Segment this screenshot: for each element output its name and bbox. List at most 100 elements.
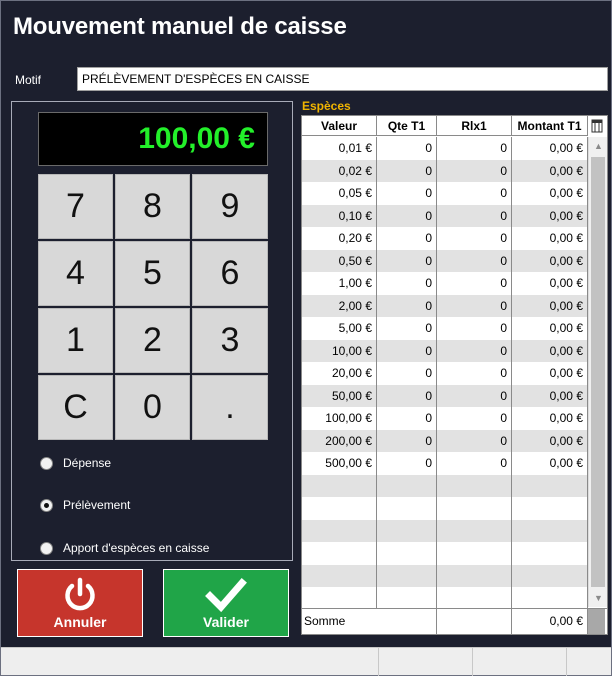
option-apport[interactable]: Apport d'espèces en caisse (40, 541, 209, 555)
cell-rlx[interactable]: 0 (437, 339, 512, 362)
cell-qte[interactable]: 0 (377, 137, 437, 160)
table-row[interactable]: 1,00 €0 0 0,00 € (302, 272, 588, 295)
cell-montant: 0,00 € (512, 249, 588, 272)
table-row[interactable]: 0,50 €0 0 0,00 € (302, 249, 588, 272)
scroll-thumb[interactable] (591, 157, 605, 587)
cell-rlx[interactable]: 0 (437, 227, 512, 250)
cell-qte[interactable]: 0 (377, 204, 437, 227)
column-header-rlx1[interactable]: Rlx1 (437, 116, 512, 135)
cell-rlx[interactable]: 0 (437, 452, 512, 475)
radio-depense[interactable] (40, 456, 53, 470)
column-header-valeur[interactable]: Valeur (302, 116, 377, 135)
check-icon (205, 578, 247, 613)
table-row[interactable]: 500,00 €0 0 0,00 € (302, 452, 588, 475)
grid-scrollbar[interactable]: ▲ ▼ (588, 137, 607, 607)
table-row[interactable]: 10,00 €0 0 0,00 € (302, 339, 588, 362)
cell-qte[interactable]: 0 (377, 407, 437, 430)
table-row[interactable]: 2,00 €0 0 0,00 € (302, 294, 588, 317)
cell-qte[interactable]: 0 (377, 452, 437, 475)
empty-row (302, 497, 588, 520)
cell-rlx[interactable]: 0 (437, 137, 512, 160)
table-row[interactable]: 100,00 €0 0 0,00 € (302, 407, 588, 430)
table-row[interactable]: 5,00 €0 0 0,00 € (302, 317, 588, 340)
cell-rlx[interactable]: 0 (437, 294, 512, 317)
radio-apport[interactable] (40, 541, 53, 555)
cell-rlx[interactable]: 0 (437, 429, 512, 452)
cell-rlx[interactable]: 0 (437, 317, 512, 340)
option-depense-label: Dépense (63, 456, 112, 470)
option-prelevement[interactable]: Prélèvement (40, 498, 130, 512)
option-depense[interactable]: Dépense (40, 456, 111, 470)
keypad-panel: 100,00 € 7 8 9 4 5 6 1 2 3 C 0 . Dépense… (11, 101, 293, 561)
cell-rlx[interactable]: 0 (437, 384, 512, 407)
column-chooser-icon[interactable] (590, 119, 604, 133)
key-clear[interactable]: C (38, 375, 113, 440)
cell-valeur: 10,00 € (302, 339, 377, 362)
cancel-button[interactable]: Annuler (17, 569, 143, 637)
cell-montant: 0,00 € (512, 429, 588, 452)
key-7[interactable]: 7 (38, 174, 113, 239)
cell-qte[interactable]: 0 (377, 429, 437, 452)
cell-valeur: 2,00 € (302, 294, 377, 317)
cell-qte[interactable]: 0 (377, 294, 437, 317)
cell-qte[interactable]: 0 (377, 182, 437, 205)
cell-montant: 0,00 € (512, 452, 588, 475)
key-decimal[interactable]: . (192, 375, 268, 440)
footer-sum-label: Somme (302, 609, 437, 634)
table-row[interactable]: 0,01 €0 0 0,00 € (302, 137, 588, 160)
table-row[interactable]: 20,00 €0 0 0,00 € (302, 362, 588, 385)
cell-qte[interactable]: 0 (377, 339, 437, 362)
cell-rlx[interactable]: 0 (437, 204, 512, 227)
motif-input[interactable] (77, 67, 608, 91)
cell-valeur: 200,00 € (302, 429, 377, 452)
cell-qte[interactable]: 0 (377, 317, 437, 340)
window-title: Mouvement manuel de caisse (13, 13, 347, 40)
column-header-qte-t1[interactable]: Qte T1 (377, 116, 437, 135)
key-4[interactable]: 4 (38, 241, 113, 306)
cell-valeur: 50,00 € (302, 384, 377, 407)
cell-qte[interactable]: 0 (377, 249, 437, 272)
footer-empty (437, 609, 512, 634)
cell-rlx[interactable]: 0 (437, 182, 512, 205)
especes-grid: Valeur Qte T1 Rlx1 Montant T1 0,01 €0 0 0,… (301, 115, 608, 635)
key-3[interactable]: 3 (192, 308, 268, 373)
amount-display: 100,00 € (38, 112, 268, 166)
key-6[interactable]: 6 (192, 241, 268, 306)
table-row[interactable]: 0,02 €0 0 0,00 € (302, 159, 588, 182)
table-row[interactable]: 0,05 €0 0 0,00 € (302, 182, 588, 205)
key-9[interactable]: 9 (192, 174, 268, 239)
status-segment (473, 648, 567, 676)
cell-qte[interactable]: 0 (377, 159, 437, 182)
validate-button-label: Valider (203, 614, 249, 630)
cell-rlx[interactable]: 0 (437, 272, 512, 295)
key-1[interactable]: 1 (38, 308, 113, 373)
table-row[interactable]: 200,00 €0 0 0,00 € (302, 429, 588, 452)
key-8[interactable]: 8 (115, 174, 190, 239)
option-apport-label: Apport d'espèces en caisse (63, 541, 210, 555)
table-row[interactable]: 0,20 €0 0 0,00 € (302, 227, 588, 250)
key-0[interactable]: 0 (115, 375, 190, 440)
scroll-down-icon[interactable]: ▼ (589, 589, 607, 607)
option-prelevement-label: Prélèvement (63, 498, 131, 512)
key-5[interactable]: 5 (115, 241, 190, 306)
cell-qte[interactable]: 0 (377, 227, 437, 250)
cell-valeur: 5,00 € (302, 317, 377, 340)
scroll-up-icon[interactable]: ▲ (589, 137, 607, 155)
cell-rlx[interactable]: 0 (437, 407, 512, 430)
table-row[interactable]: 50,00 €0 0 0,00 € (302, 384, 588, 407)
cell-valeur: 0,02 € (302, 159, 377, 182)
cell-rlx[interactable]: 0 (437, 249, 512, 272)
validate-button[interactable]: Valider (163, 569, 289, 637)
keypad: 7 8 9 4 5 6 1 2 3 C 0 . (38, 174, 268, 440)
cell-qte[interactable]: 0 (377, 272, 437, 295)
window: Mouvement manuel de caisse Motif 100,00 … (0, 0, 612, 676)
radio-prelevement[interactable] (40, 498, 53, 512)
column-header-montant-t1[interactable]: Montant T1 (512, 116, 588, 135)
key-2[interactable]: 2 (115, 308, 190, 373)
cell-qte[interactable]: 0 (377, 362, 437, 385)
cell-qte[interactable]: 0 (377, 384, 437, 407)
table-row[interactable]: 0,10 €0 0 0,00 € (302, 204, 588, 227)
cell-rlx[interactable]: 0 (437, 362, 512, 385)
cancel-button-label: Annuler (53, 614, 107, 630)
cell-rlx[interactable]: 0 (437, 159, 512, 182)
